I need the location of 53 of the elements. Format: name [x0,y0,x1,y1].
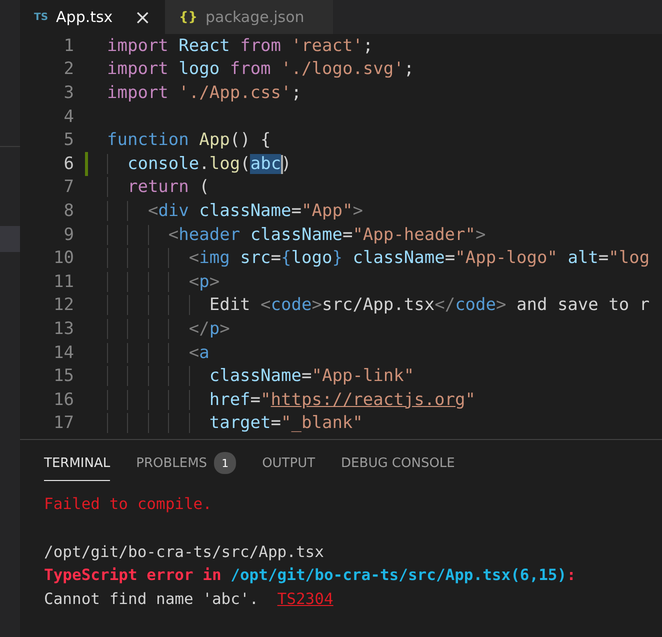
terminal-line: Cannot find name 'abc'. TS2304 [44,590,334,608]
tab-label: OUTPUT [262,456,316,472]
tab-label: PROBLEMS [136,456,208,472]
line-number: 3 [62,82,74,103]
code-line: Edit <code>src/App.tsx</code> and save to r [107,295,650,316]
code-line: <header className="App-header"> [107,224,486,245]
panel-tab[interactable]: DEBUG CONSOLE [341,452,455,482]
panel-tab[interactable]: TERMINAL [44,452,110,482]
code-line: <div className="App"> [107,200,363,221]
code-line: <a [107,342,210,363]
code-line: function App() { [107,130,271,150]
line-number: 4 [62,106,74,127]
line-number: 17 [52,413,74,434]
code-line: </p> [107,318,230,339]
line-number: 9 [62,224,74,245]
tab-label: DEBUG CONSOLE [341,456,455,472]
code-line: <img src={logo} className="App-logo" alt="log [107,248,650,268]
code-line: return ( [107,177,210,198]
line-number: 12 [52,295,74,316]
panel-tab[interactable]: OUTPUT [262,452,316,482]
code-line: console.log(abc) [107,154,292,174]
line-number: 6 [62,154,74,174]
braces-icon: {} [179,10,198,24]
code-line: target="_blank" [107,413,363,434]
code-line: import logo from './logo.svg'; [107,59,414,80]
line-number: 8 [62,200,74,221]
code-line: className="App-link" [107,366,414,386]
line-number: 2 [62,59,74,80]
count-badge: 1 [214,452,236,474]
file-type-icon: TS [34,12,48,22]
line-number: 5 [62,130,74,150]
terminal-line: TypeScript error in /opt/git/bo-cra-ts/src/App.tsx(6,15): [44,566,576,584]
terminal-line: Failed to compile. [44,495,212,514]
line-number: 16 [52,390,74,410]
line-number: 15 [52,366,74,386]
code-line: import './App.css'; [107,82,302,103]
close-icon[interactable]: × [134,5,151,29]
line-number: 10 [52,248,74,268]
panel-tab[interactable]: PROBLEMS 1 [136,452,236,482]
editor-tab[interactable]: TS App.tsx × [20,0,165,34]
tab-label: TERMINAL [44,456,110,472]
line-number: 11 [52,272,74,292]
code-line: <p> [107,272,220,292]
code-line: import React from 'react'; [107,36,374,56]
terminal-line: /opt/git/bo-cra-ts/src/App.tsx [44,542,324,561]
line-number: 14 [52,342,74,363]
line-number: 7 [62,177,74,198]
tab-label: App.tsx [56,8,114,26]
line-number: 13 [52,318,74,339]
tab-label: package.json [206,8,306,26]
editor-tab[interactable]: {} package.json [165,0,333,34]
code-line: href="https://reactjs.org" [107,390,476,410]
line-number: 1 [62,36,74,56]
